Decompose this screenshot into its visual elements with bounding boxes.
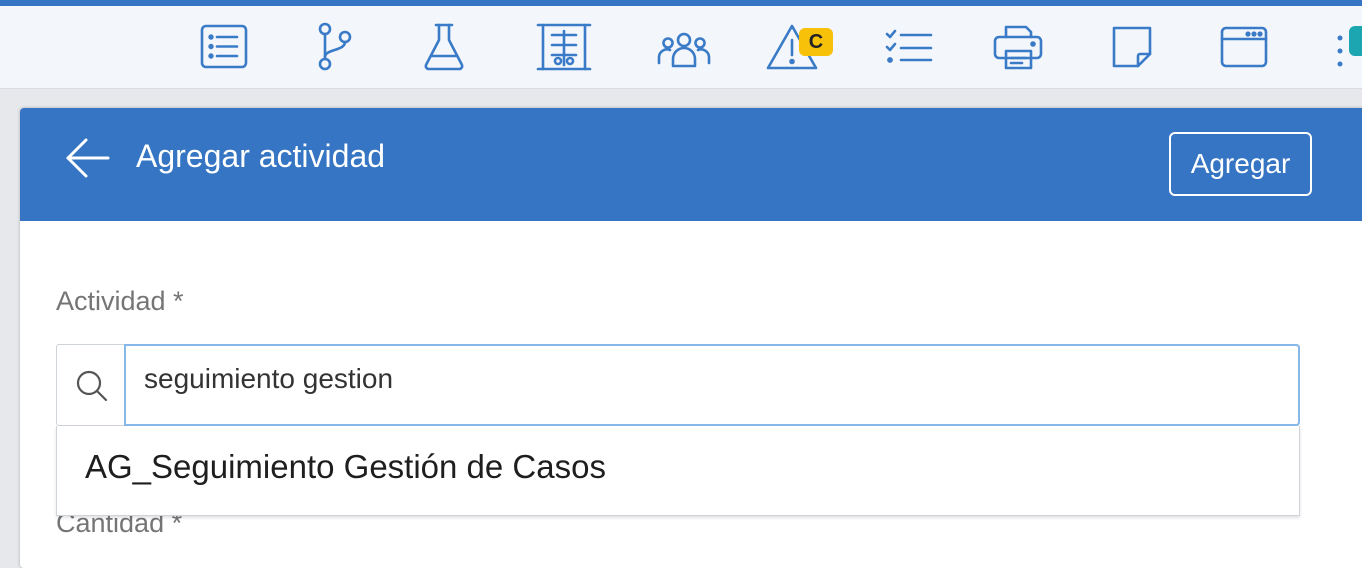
panel-header: Agregar actividad Agregar (20, 108, 1362, 221)
team-icon[interactable] (656, 19, 712, 75)
more-vertical-icon[interactable] (1332, 26, 1348, 70)
list-icon[interactable] (196, 19, 252, 75)
chart-board-icon[interactable] (536, 19, 592, 75)
window-icon[interactable] (1216, 19, 1272, 75)
toolbar: C (0, 6, 1362, 89)
activity-label: Actividad * (56, 286, 184, 316)
checklist-icon[interactable] (880, 19, 936, 75)
suggestions-dropdown: AG_Seguimiento Gestión de Casos (56, 426, 1300, 516)
side-tab[interactable] (1349, 26, 1362, 56)
page-title: Agregar actividad (136, 138, 386, 174)
add-button[interactable]: Agregar (1169, 132, 1312, 196)
printer-icon[interactable] (990, 19, 1046, 75)
activity-search-field (56, 344, 1300, 426)
search-icon (73, 367, 111, 405)
branch-icon[interactable] (306, 19, 362, 75)
activity-search-input[interactable] (124, 344, 1300, 426)
suggestion-option[interactable]: AG_Seguimiento Gestión de Casos (85, 448, 606, 486)
note-icon[interactable] (1104, 19, 1160, 75)
arrow-left-icon[interactable] (64, 134, 112, 182)
flask-icon[interactable] (416, 19, 472, 75)
add-activity-panel: Agregar actividad Agregar Actividad * Ca… (20, 108, 1362, 568)
warning-badge: C (799, 28, 833, 56)
